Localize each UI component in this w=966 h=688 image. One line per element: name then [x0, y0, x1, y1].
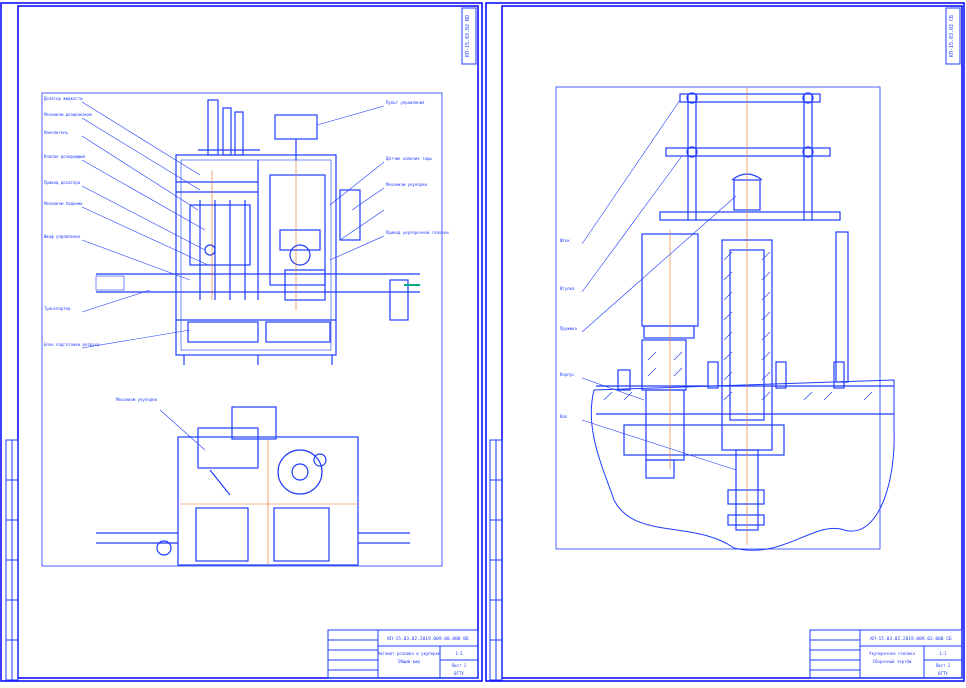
leader-label: Клапан дозирующий [44, 154, 86, 159]
left-margin-strip [5, 439, 19, 681]
leader-label: Пульт управления [386, 100, 425, 105]
front-view [95, 99, 420, 365]
assembly-sheet: КП-15.03.02 ВО Дозатор жидкости Механизм… [0, 0, 484, 684]
section-leader-labels: Шток Втулка Пружина Корпус Вал [560, 238, 577, 419]
title-block-scale: 1:5 [455, 651, 463, 656]
leader-label: Шкаф управления [44, 234, 80, 239]
drawing-frame [501, 5, 963, 679]
leader-label: Втулка [560, 286, 575, 291]
section-sheet: КП-15.03.02 СБ Шток Втулка Пружина Корпу… [484, 0, 966, 684]
title-block-subtitle: Общий вид [398, 659, 420, 664]
right-labels: Пульт управления Датчик наличия тары Мех… [386, 100, 449, 235]
leader-label: Датчик наличия тары [386, 156, 432, 161]
leader-label: Механизм укупорки [386, 182, 428, 187]
left-leader-lines [81, 101, 209, 349]
leader-label: Корпус [560, 372, 575, 377]
leader-label: Пружина [560, 326, 577, 331]
title-block-sheet: Лист 2 [936, 663, 951, 668]
margin-stamp-text: КП-15.03.02 ВО [465, 15, 471, 57]
title-block-org: ВГТУ [938, 671, 948, 676]
title-block-title: Укупорочная головка [869, 651, 915, 656]
title-block-sheet: Лист 1 [452, 663, 467, 668]
leader-label: Накопитель [44, 130, 69, 135]
title-block-scale: 1:1 [939, 651, 947, 656]
plan-label: Механизм укупорки [116, 397, 158, 402]
left-margin-strip [489, 439, 503, 681]
leader-label: Механизм дозирования [44, 112, 92, 117]
sheet-border [485, 2, 965, 682]
leader-label: Шток [560, 238, 570, 243]
assembly-drawing: КП-15.03.02 ВО Дозатор жидкости Механизм… [0, 2, 483, 682]
leader-label: Транспортер [44, 306, 71, 311]
title-block-code: КП-15.03.02.2019.009.02.000 СБ [870, 636, 952, 642]
leader-label: Механизм подъема [44, 201, 83, 206]
left-labels: Дозатор жидкости Механизм дозирования На… [44, 96, 100, 347]
leader-label: Привод укупорочной головки [386, 230, 449, 235]
title-block-code: КП-15.03.02.2019.009.00.000 ВО [387, 636, 469, 642]
title-block-title: Автомат розлива и укупорки [378, 651, 441, 656]
section-view [596, 92, 894, 531]
title-block-subtitle: Сборочный чертёж [873, 659, 912, 664]
leader-label: Вал [560, 414, 568, 419]
plan-view [96, 406, 410, 566]
margin-stamp-text: КП-15.03.02 СБ [949, 15, 955, 57]
leader-label: Привод дозатора [44, 180, 81, 185]
leader-label: Блок подготовки воздуха [44, 342, 100, 347]
leader-label: Дозатор жидкости [44, 96, 83, 101]
section-drawing: КП-15.03.02 СБ Шток Втулка Пружина Корпу… [485, 2, 965, 682]
right-leader-lines [316, 105, 385, 261]
title-block-org: ВГТУ [454, 671, 464, 676]
